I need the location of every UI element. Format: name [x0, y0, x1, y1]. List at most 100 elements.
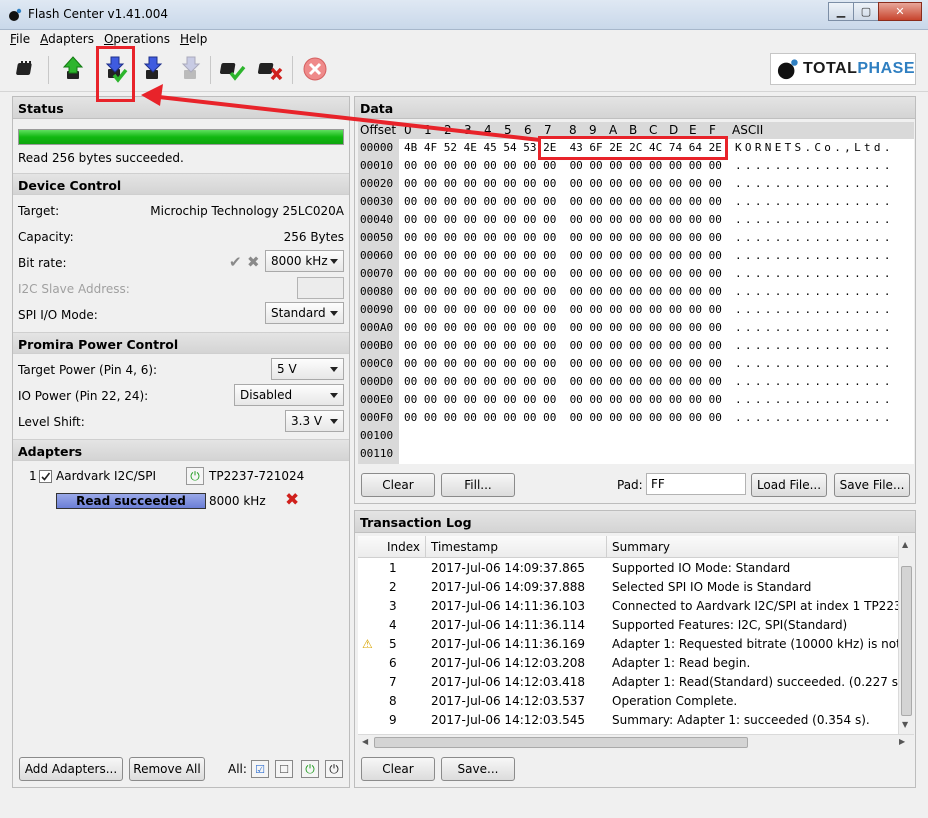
log-row[interactable]: 6 2017-Jul-06 14:12:03.208 Adapter 1: Read…: [358, 654, 898, 673]
add-adapters-button[interactable]: Add Adapters...: [19, 757, 123, 781]
hex-row[interactable]: 00080 00 00 00 00 00 00 00 00 00 00 00 00…: [358, 283, 914, 301]
col-summary[interactable]: Summary: [612, 540, 670, 554]
hex-ascii[interactable]: ................: [735, 301, 894, 319]
hex-bytes[interactable]: 00 00 00 00 00 00 00 00 00 00 00 00 00 0…: [404, 283, 722, 301]
hex-bytes[interactable]: 00 00 00 00 00 00 00 00 00 00 00 00 00 0…: [404, 247, 722, 265]
load-file-button[interactable]: Load File...: [751, 473, 827, 497]
hex-row[interactable]: 000F0 00 00 00 00 00 00 00 00 00 00 00 00…: [358, 409, 914, 427]
hex-row[interactable]: 00090 00 00 00 00 00 00 00 00 00 00 00 00…: [358, 301, 914, 319]
fill-button[interactable]: Fill...: [441, 473, 515, 497]
menu-file[interactable]: File: [10, 32, 30, 46]
hex-bytes[interactable]: 00 00 00 00 00 00 00 00 00 00 00 00 00 0…: [404, 175, 722, 193]
verify-icon[interactable]: [218, 54, 248, 84]
save-file-button[interactable]: Save File...: [834, 473, 910, 497]
power-icon[interactable]: ⏻: [186, 467, 204, 485]
log-summary: Supported Features: I2C, SPI(Standard): [612, 618, 848, 632]
hex-ascii[interactable]: ................: [735, 355, 894, 373]
x-gray-icon[interactable]: ✖: [247, 253, 260, 271]
hex-bytes[interactable]: 00 00 00 00 00 00 00 00 00 00 00 00 00 0…: [404, 409, 722, 427]
select-all-icon[interactable]: ☑: [251, 760, 269, 778]
save-log-button[interactable]: Save...: [441, 757, 515, 781]
log-row[interactable]: 8 2017-Jul-06 14:12:03.537 Operation Compl…: [358, 692, 898, 711]
hex-row[interactable]: 000E0 00 00 00 00 00 00 00 00 00 00 00 00…: [358, 391, 914, 409]
log-vertical-scrollbar[interactable]: ▲ ▼: [898, 536, 914, 734]
hex-row[interactable]: 00050 00 00 00 00 00 00 00 00 00 00 00 00…: [358, 229, 914, 247]
check-gray-icon[interactable]: ✔: [229, 253, 242, 271]
hex-bytes[interactable]: 00 00 00 00 00 00 00 00 00 00 00 00 00 0…: [404, 391, 722, 409]
download-blue-icon[interactable]: [138, 54, 168, 84]
log-row[interactable]: 2 2017-Jul-06 14:09:37.888 Selected SPI IO…: [358, 578, 898, 597]
hex-row[interactable]: 000B0 00 00 00 00 00 00 00 00 00 00 00 00…: [358, 337, 914, 355]
hex-bytes[interactable]: 00 00 00 00 00 00 00 00 00 00 00 00 00 0…: [404, 301, 722, 319]
upload-green-icon[interactable]: [58, 54, 88, 84]
power-all-off-icon[interactable]: ⏻: [325, 760, 343, 778]
target-power-select[interactable]: 5 V: [271, 358, 344, 380]
hex-ascii[interactable]: ................: [735, 247, 894, 265]
hex-row[interactable]: 00110: [358, 445, 914, 463]
remove-adapter-icon[interactable]: ✖: [285, 490, 299, 510]
hex-bytes[interactable]: 00 00 00 00 00 00 00 00 00 00 00 00 00 0…: [404, 229, 722, 247]
power-all-on-icon[interactable]: ⏻: [301, 760, 319, 778]
io-power-select[interactable]: Disabled: [234, 384, 344, 406]
select-none-icon[interactable]: ☐: [275, 760, 293, 778]
adapter-checkbox[interactable]: [39, 470, 52, 483]
log-row[interactable]: 1 2017-Jul-06 14:09:37.865 Supported IO Mo…: [358, 559, 898, 578]
hex-bytes[interactable]: 00 00 00 00 00 00 00 00 00 00 00 00 00 0…: [404, 319, 722, 337]
hex-ascii[interactable]: ................: [735, 391, 894, 409]
hex-row[interactable]: 00020 00 00 00 00 00 00 00 00 00 00 00 00…: [358, 175, 914, 193]
menu-adapters[interactable]: Adapters: [40, 32, 94, 46]
log-row[interactable]: 4 2017-Jul-06 14:11:36.114 Supported Featu…: [358, 616, 898, 635]
hex-ascii[interactable]: ................: [735, 265, 894, 283]
hex-ascii[interactable]: ................: [735, 211, 894, 229]
log-row[interactable]: 3 2017-Jul-06 14:11:36.103 Connected to Aa…: [358, 597, 898, 616]
hex-ascii[interactable]: ................: [735, 337, 894, 355]
hex-ascii[interactable]: ................: [735, 193, 894, 211]
menu-operations[interactable]: Operations: [104, 32, 170, 46]
hex-bytes[interactable]: 00 00 00 00 00 00 00 00 00 00 00 00 00 0…: [404, 193, 722, 211]
log-horizontal-scrollbar[interactable]: ◀ ▶: [358, 734, 914, 750]
erase-icon[interactable]: [256, 54, 286, 84]
hex-ascii[interactable]: ................: [735, 409, 894, 427]
clear-data-button[interactable]: Clear: [361, 473, 435, 497]
hex-row[interactable]: 00040 00 00 00 00 00 00 00 00 00 00 00 00…: [358, 211, 914, 229]
remove-all-button[interactable]: Remove All: [129, 757, 205, 781]
spi-mode-select[interactable]: Standard: [265, 302, 344, 324]
minimize-button[interactable]: ▁: [828, 2, 854, 21]
hex-bytes[interactable]: 00 00 00 00 00 00 00 00 00 00 00 00 00 0…: [404, 373, 722, 391]
pad-label: Pad:: [617, 478, 643, 492]
hex-row[interactable]: 000C0 00 00 00 00 00 00 00 00 00 00 00 00…: [358, 355, 914, 373]
hex-ascii[interactable]: ................: [735, 319, 894, 337]
hex-row[interactable]: 00060 00 00 00 00 00 00 00 00 00 00 00 00…: [358, 247, 914, 265]
hex-ascii[interactable]: ................: [735, 157, 894, 175]
hex-row[interactable]: 00100: [358, 427, 914, 445]
maximize-button[interactable]: ▢: [853, 2, 879, 21]
menu-help[interactable]: Help: [180, 32, 207, 46]
adapter-list-item[interactable]: 1 Aardvark I2C/SPI ⏻ TP2237-721024: [29, 467, 329, 489]
hex-bytes[interactable]: 00 00 00 00 00 00 00 00 00 00 00 00 00 0…: [404, 337, 722, 355]
log-row[interactable]: 9 2017-Jul-06 14:12:03.545 Summary: Adapte…: [358, 711, 898, 730]
pad-field[interactable]: FF: [646, 473, 746, 495]
hex-ascii[interactable]: ................: [735, 373, 894, 391]
hex-ascii[interactable]: KORNETS.Co.,Ltd.: [735, 139, 894, 157]
chip-icon[interactable]: [12, 54, 42, 84]
hex-bytes[interactable]: 00 00 00 00 00 00 00 00 00 00 00 00 00 0…: [404, 265, 722, 283]
level-shift-select[interactable]: 3.3 V: [285, 410, 344, 432]
log-row[interactable]: ⚠ 5 2017-Jul-06 14:11:36.169 Adapter 1: Req…: [358, 635, 898, 654]
hex-bytes[interactable]: 00 00 00 00 00 00 00 00 00 00 00 00 00 0…: [404, 355, 722, 373]
hex-editor[interactable]: Offset ASCII 0123456789ABCDEF 00000 4B 4F…: [358, 122, 914, 464]
log-row[interactable]: 7 2017-Jul-06 14:12:03.418 Adapter 1: Read…: [358, 673, 898, 692]
hex-row[interactable]: 000A0 00 00 00 00 00 00 00 00 00 00 00 00…: [358, 319, 914, 337]
bitrate-select[interactable]: 8000 kHz: [265, 250, 344, 272]
hex-ascii[interactable]: ................: [735, 229, 894, 247]
hex-bytes[interactable]: 00 00 00 00 00 00 00 00 00 00 00 00 00 0…: [404, 211, 722, 229]
hex-ascii[interactable]: ................: [735, 283, 894, 301]
close-window-button[interactable]: ✕: [878, 2, 922, 21]
hex-row[interactable]: 00030 00 00 00 00 00 00 00 00 00 00 00 00…: [358, 193, 914, 211]
col-timestamp[interactable]: Timestamp: [431, 540, 498, 554]
clear-log-button[interactable]: Clear: [361, 757, 435, 781]
hex-row[interactable]: 00070 00 00 00 00 00 00 00 00 00 00 00 00…: [358, 265, 914, 283]
log-table[interactable]: Index Timestamp Summary 1 2017-Jul-06 14:…: [358, 536, 898, 734]
col-index[interactable]: Index: [387, 540, 420, 554]
hex-row[interactable]: 000D0 00 00 00 00 00 00 00 00 00 00 00 00…: [358, 373, 914, 391]
hex-ascii[interactable]: ................: [735, 175, 894, 193]
